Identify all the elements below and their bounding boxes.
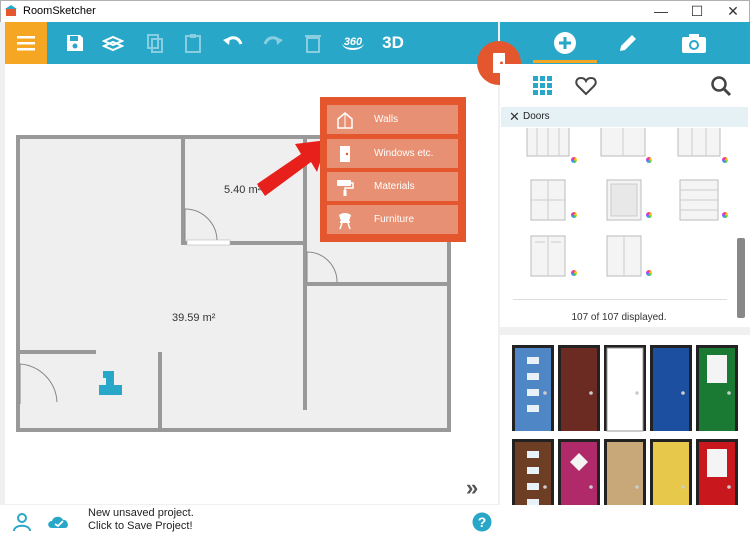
menu-item-furniture[interactable]: Furniture [327,205,458,234]
menu-button[interactable] [5,22,47,64]
copy-icon [147,34,163,53]
color-variant-icon [646,157,652,163]
thumbnail-item[interactable] [595,128,653,166]
library-subtabs [500,64,750,106]
color-variant-icon [722,212,728,218]
clear-filter-icon[interactable]: ✕ [509,109,520,125]
room-area-small: 5.40 m² [224,184,262,196]
redo-button[interactable] [258,22,288,64]
view-3d-button[interactable]: 3D [378,22,408,64]
house-icon [337,112,353,129]
menu-item-walls[interactable]: Walls [327,105,458,134]
door-thumbnail-grid [503,128,745,300]
filter-chip: ✕ Doors [501,107,748,127]
door-icon [340,146,350,162]
add-icon [554,32,576,54]
menu-item-label: Walls [374,114,399,125]
redo-icon [263,36,283,45]
menu-item-windows[interactable]: Windows etc. [327,139,458,168]
library-scrollbar[interactable] [737,128,745,318]
status-line-2: Click to Save Project! [88,520,193,532]
app-logo-icon [5,5,17,16]
save-button[interactable] [60,22,90,64]
grid-divider [513,299,727,300]
thumbnail-item[interactable] [595,178,653,224]
chair-icon [339,213,351,230]
tab-edit[interactable] [598,22,658,64]
color-variant-icon [571,212,577,218]
hamburger-icon [17,36,35,51]
delete-button[interactable] [298,22,328,64]
title-bar: RoomSketcher [0,0,750,22]
undo-button[interactable] [218,22,248,64]
paste-icon [185,34,201,53]
filter-label: Doors [523,111,550,122]
door-preview[interactable] [696,345,738,431]
result-count: 107 of 107 displayed. [571,312,667,323]
thumbnail-item[interactable] [670,128,728,166]
paint-roller-icon [337,180,354,196]
view-360-button[interactable]: 360 [338,22,368,64]
copy-button[interactable] [140,22,170,64]
help-label: ? [478,514,487,530]
status-line-1: New unsaved project. [88,507,194,519]
search-icon[interactable] [710,75,732,97]
tab-camera[interactable] [664,22,724,64]
pencil-icon [620,35,636,51]
door-preview[interactable] [604,345,646,432]
menu-item-label: Materials [374,181,415,192]
view-360-label: 360 [341,36,365,50]
active-tab-indicator [533,60,597,63]
layers-button[interactable] [98,22,128,64]
color-variant-icon [571,157,577,163]
close-button[interactable]: ✕ [718,2,748,20]
color-variant-icon [646,212,652,218]
paste-button[interactable] [178,22,208,64]
project-status[interactable]: New unsaved project. Click to Save Proje… [88,507,194,533]
menu-item-materials[interactable]: Materials [327,172,458,201]
undo-icon [223,36,243,45]
room-area-large: 39.59 m² [172,312,216,324]
menu-item-label: Furniture [374,214,415,225]
layers-icon [102,35,124,52]
thumbnail-item[interactable] [519,178,577,224]
save-icon [67,35,83,51]
menu-item-label: Windows etc. [374,148,434,159]
color-variant-icon [722,157,728,163]
thumbnail-item[interactable] [670,178,728,224]
trash-icon [305,35,321,53]
user-icon[interactable] [12,512,32,532]
help-icon[interactable]: ? [472,512,492,532]
maximize-button[interactable]: ☐ [682,2,712,20]
view-3d-label: 3D [382,33,404,52]
tab-add[interactable] [535,22,595,64]
cloud-sync-icon[interactable] [47,513,71,531]
minimize-button[interactable]: — [646,2,676,20]
thumbnail-item[interactable] [519,128,577,166]
door-preview[interactable] [558,345,600,431]
color-variant-icon [571,270,577,276]
expand-panel-button[interactable]: » [466,475,478,501]
door-preview[interactable] [650,345,692,431]
color-variant-icon [646,270,652,276]
heart-icon[interactable] [575,76,597,96]
door-preview-panel [500,335,750,525]
thumbnail-item[interactable] [519,234,577,280]
camera-icon [682,34,706,53]
grid-icon[interactable] [533,76,553,96]
add-menu-popup: Walls Windows etc. Materials Furniture [320,97,466,242]
door-preview[interactable] [512,345,554,431]
thumbnail-item[interactable] [595,234,653,280]
window-title: RoomSketcher [23,5,96,17]
door-preview-images [512,345,738,525]
